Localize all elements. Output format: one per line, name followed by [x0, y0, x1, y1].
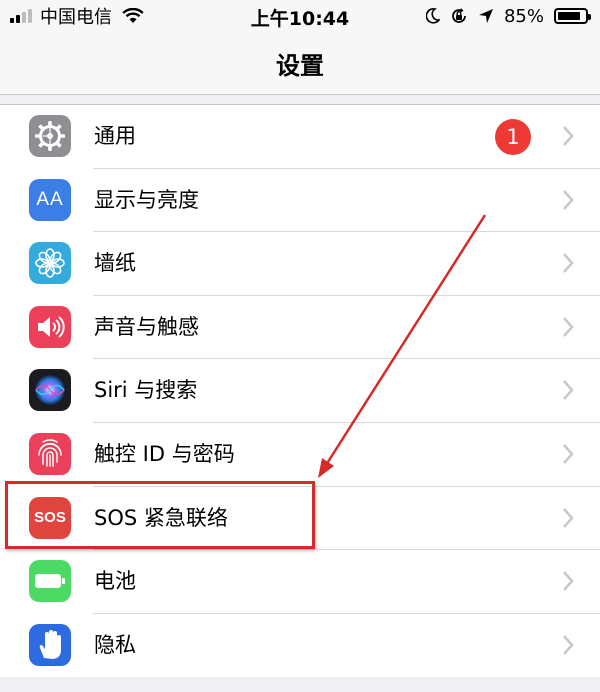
display-aa-icon: AA — [29, 178, 71, 221]
chevron-right-icon — [563, 253, 574, 274]
settings-row-siri-search[interactable]: Siri 与搜索 — [0, 359, 600, 423]
speaker-icon — [29, 305, 71, 348]
hand-icon — [29, 623, 71, 666]
location-arrow-icon — [478, 9, 493, 23]
wallpaper-flower-icon — [29, 242, 71, 285]
do-not-disturb-moon-icon — [425, 8, 440, 24]
orientation-lock-icon — [452, 8, 466, 23]
chevron-right-icon — [563, 380, 574, 401]
settings-row-wallpaper[interactable]: 墙纸 — [0, 232, 600, 296]
settings-row-display-brightness[interactable]: AA 显示与亮度 — [0, 169, 600, 233]
battery-percent: 85% — [503, 5, 544, 27]
fingerprint-icon — [29, 432, 71, 475]
gear-icon — [29, 115, 71, 157]
siri-icon — [29, 369, 71, 412]
chevron-right-icon — [563, 126, 574, 146]
settings-row-label: 通用 — [94, 124, 136, 148]
settings-row-sounds-haptics[interactable]: 声音与触感 — [0, 296, 600, 360]
navigation-bar: 设置 — [0, 32, 600, 95]
settings-row-label: Siri 与搜索 — [94, 378, 198, 403]
notification-badge: 1 — [495, 119, 531, 155]
settings-list: 通用 1 AA 显示与亮度 墙纸 声音与触感 Siri 与搜索 触控 ID 与密… — [0, 104, 600, 678]
settings-row-label: 声音与触感 — [94, 314, 199, 339]
status-right: 85% — [425, 4, 591, 28]
chevron-right-icon — [563, 571, 574, 591]
annotation-highlight-box — [5, 481, 315, 549]
settings-row-general[interactable]: 通用 1 — [0, 105, 600, 169]
chevron-right-icon — [563, 634, 574, 655]
icon-text: AA — [36, 188, 64, 210]
settings-row-battery[interactable]: 电池 — [0, 550, 600, 614]
battery-status-icon — [554, 8, 591, 24]
settings-row-label: 显示与亮度 — [94, 187, 199, 212]
settings-row-label: 触控 ID 与密码 — [94, 441, 235, 466]
chevron-right-icon — [563, 189, 574, 210]
page-title: 设置 — [276, 52, 324, 80]
chevron-right-icon — [563, 316, 574, 337]
settings-row-label: 隐私 — [94, 632, 136, 657]
settings-row-label: 墙纸 — [94, 251, 136, 276]
chevron-right-icon — [563, 507, 574, 528]
settings-row-touch-id-passcode[interactable]: 触控 ID 与密码 — [0, 423, 600, 487]
settings-row-label: 电池 — [94, 569, 136, 594]
settings-row-privacy[interactable]: 隐私 — [0, 614, 600, 678]
chevron-right-icon — [563, 444, 574, 464]
status-bar: 中国电信 上午10:44 85% — [0, 0, 600, 32]
battery-icon — [29, 560, 71, 603]
